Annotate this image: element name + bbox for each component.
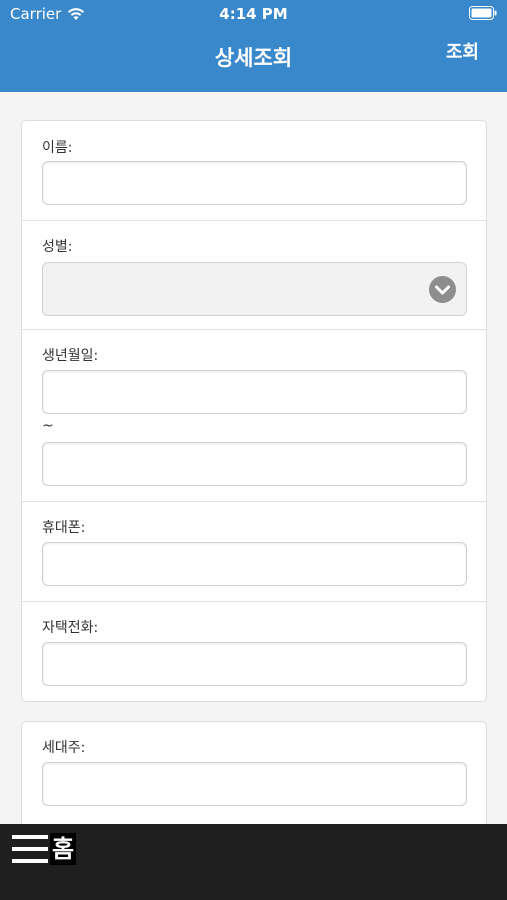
gender-select[interactable] bbox=[42, 262, 467, 316]
home-phone-field: 자택전화: bbox=[22, 601, 486, 701]
search-button[interactable]: 조회 bbox=[446, 38, 479, 64]
range-separator: ~ bbox=[42, 418, 54, 434]
home-phone-input[interactable] bbox=[42, 642, 467, 686]
home-button[interactable]: 홈 bbox=[50, 833, 77, 865]
birthdate-field: 생년월일: ~ bbox=[22, 329, 486, 501]
household-head-input[interactable] bbox=[42, 762, 467, 806]
bottom-bar: 홈 bbox=[0, 824, 507, 900]
mobile-label: 휴대폰: bbox=[42, 520, 86, 536]
birthdate-label: 생년월일: bbox=[42, 348, 99, 364]
chevron-down-icon bbox=[429, 276, 456, 303]
birthdate-to-input[interactable] bbox=[42, 442, 467, 486]
mobile-input[interactable] bbox=[42, 542, 467, 586]
hamburger-menu-icon[interactable] bbox=[12, 833, 48, 865]
household-head-label: 세대주: bbox=[42, 740, 86, 756]
name-field: 이름: bbox=[22, 121, 486, 220]
app-header: Carrier 4:14 PM 상세조회 조회 bbox=[0, 0, 507, 92]
home-phone-label: 자택전화: bbox=[42, 620, 99, 636]
page-title: 상세조회 bbox=[214, 46, 293, 70]
gender-label: 성별: bbox=[42, 239, 73, 255]
battery-icon bbox=[469, 6, 497, 20]
form-content[interactable]: 이름: 성별: 생년월일: ~ 휴대폰: 자택전화: 세대주: bbox=[0, 92, 507, 824]
birthdate-from-input[interactable] bbox=[42, 370, 467, 414]
form-card-household: 세대주: bbox=[21, 721, 487, 824]
name-input[interactable] bbox=[42, 161, 467, 205]
name-label: 이름: bbox=[42, 140, 73, 156]
status-time: 4:14 PM bbox=[219, 5, 288, 23]
gender-field: 성별: bbox=[22, 220, 486, 329]
mobile-field: 휴대폰: bbox=[22, 501, 486, 601]
form-card-personal: 이름: 성별: 생년월일: ~ 휴대폰: 자택전화: bbox=[21, 120, 487, 702]
household-head-field: 세대주: bbox=[22, 722, 486, 822]
